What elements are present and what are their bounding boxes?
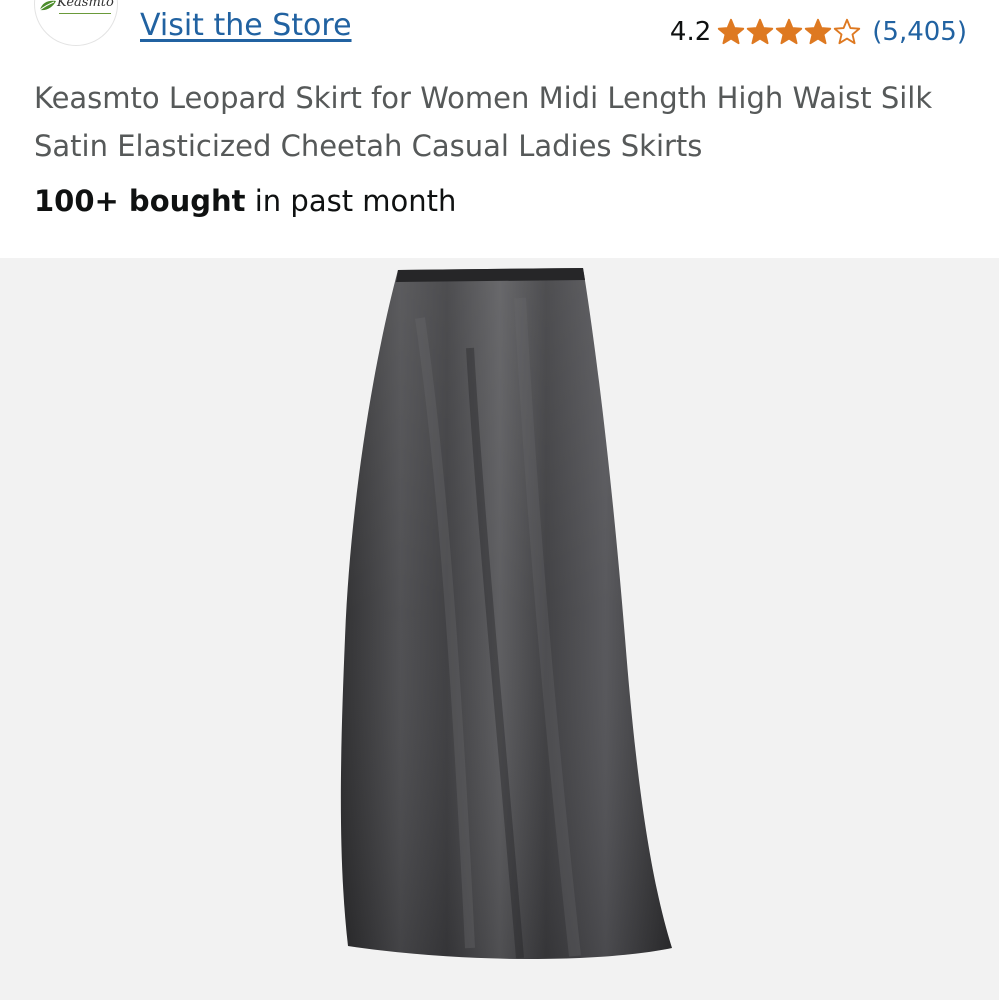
skirt-image xyxy=(340,268,672,960)
review-count-link[interactable]: (5,405) xyxy=(872,17,967,47)
bought-period: in past month xyxy=(245,184,457,218)
leaf-icon xyxy=(39,0,56,11)
rating-summary: 4.2 (5,405) xyxy=(670,14,967,50)
bought-count: 100+ bought xyxy=(34,184,246,218)
store-row: Keasmto Visit the Store 4.2 (5,405) xyxy=(0,0,999,60)
star-rating[interactable] xyxy=(717,18,862,46)
star-full-icon xyxy=(805,18,832,45)
star-partial-icon xyxy=(834,18,861,45)
product-title: Keasmto Leopard Skirt for Women Midi Len… xyxy=(34,81,933,163)
logo-underline xyxy=(59,13,111,14)
store-logo-text: Keasmto xyxy=(57,0,114,10)
visit-store-link[interactable]: Visit the Store xyxy=(140,8,352,43)
product-page: Keasmto Visit the Store 4.2 (5,405) Keas… xyxy=(0,0,999,1000)
rating-value: 4.2 xyxy=(669,17,712,47)
star-full-icon xyxy=(747,18,774,45)
star-full-icon xyxy=(776,18,803,45)
store-logo[interactable]: Keasmto xyxy=(34,0,118,46)
star-full-icon xyxy=(718,18,745,45)
product-image[interactable] xyxy=(0,258,999,1000)
bought-in-past-month: 100+ bought in past month xyxy=(34,184,456,218)
